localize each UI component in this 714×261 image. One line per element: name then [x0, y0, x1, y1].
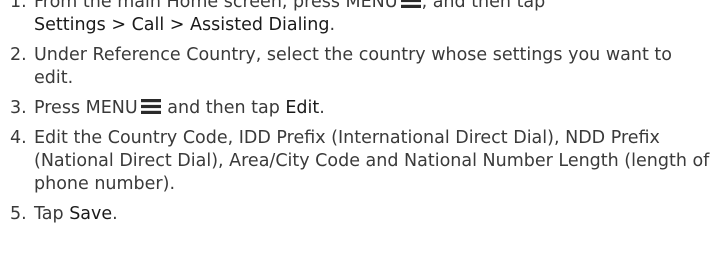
instructions-page: 1. From the main Home screen, press MENU… [0, 0, 714, 233]
step-2: 2. Under Reference Country, select the c… [0, 44, 714, 90]
menu-icon [400, 0, 421, 8]
step-text: Tap Save. [34, 203, 714, 226]
step-text: Press MENU and then tap Edit. [34, 97, 714, 120]
step-text-part: . [112, 204, 118, 224]
edit-action: Edit [285, 98, 320, 118]
step-4: 4. Edit the Country Code, IDD Prefix (In… [0, 127, 714, 196]
step-text-part: . [319, 98, 325, 118]
step-1: 1. From the main Home screen, press MENU… [0, 0, 714, 37]
save-action: Save [69, 204, 113, 224]
step-text-part: . [329, 15, 336, 35]
step-number: 3. [10, 98, 27, 118]
step-text: Under Reference Country, select the coun… [34, 45, 672, 88]
step-number: 4. [10, 128, 27, 148]
step-text-part: From the main Home screen, press MENU [34, 0, 398, 12]
step-5: 5. Tap Save. [0, 203, 714, 226]
step-number: 1. [10, 0, 27, 12]
step-text-part: Press MENU [34, 98, 138, 118]
menu-icon [140, 99, 161, 114]
step-text-part: and then tap [161, 98, 286, 118]
step-number: 2. [10, 45, 27, 65]
steps-list: 1. From the main Home screen, press MENU… [0, 0, 714, 226]
step-text: From the main Home screen, press MENU , a… [34, 0, 714, 37]
step-number: 5. [10, 204, 27, 224]
step-text-part: Tap [34, 204, 70, 224]
step-text-part: , and then tap [421, 0, 546, 12]
settings-path: Settings > Call > Assisted Dialing [34, 15, 330, 35]
step-text: Edit the Country Code, IDD Prefix (Inter… [34, 128, 710, 194]
step-3: 3. Press MENU and then tap Edit. [0, 97, 714, 120]
